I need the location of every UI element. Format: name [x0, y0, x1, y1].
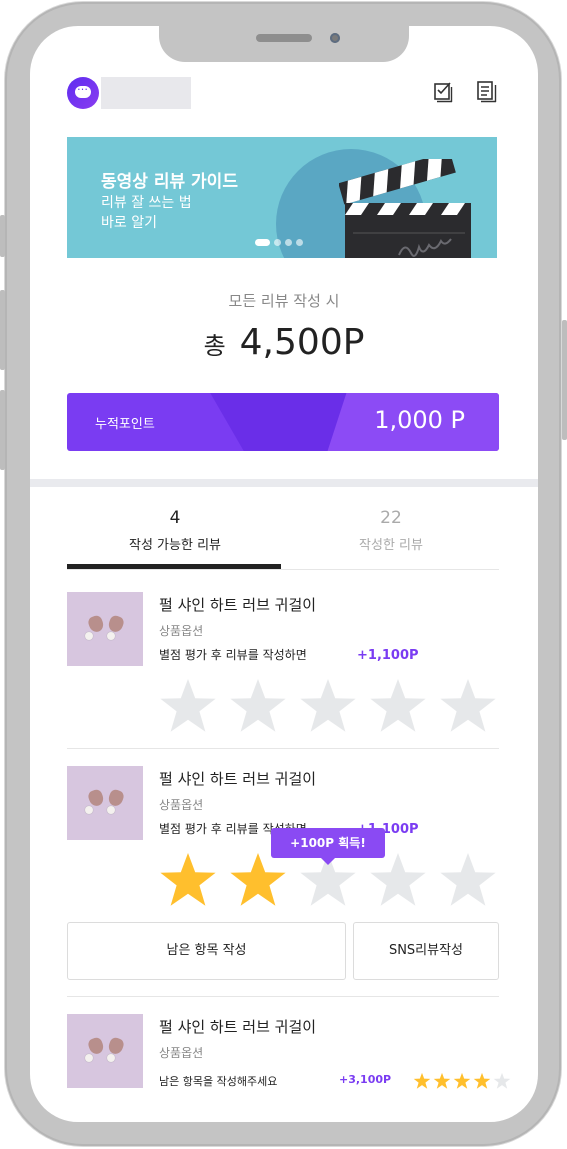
product-name[interactable]: 펄 샤인 하트 러브 귀걸이 [159, 594, 316, 615]
reward-points: +3,100P [339, 1073, 392, 1086]
banner-subtitle-line: 바로 알기 [101, 215, 157, 231]
star-icon [493, 1072, 511, 1089]
speaker [256, 34, 312, 42]
side-button [0, 390, 5, 470]
banner-pagination [255, 239, 303, 246]
star-icon[interactable] [438, 850, 498, 910]
review-item: 펄 샤인 하트 러브 귀걸이 상품옵션 별점 평가 후 리뷰를 작성하면 +1,… [67, 766, 499, 982]
product-option: 상품옵션 [159, 624, 204, 638]
total-prefix: 총 [203, 332, 226, 360]
app-name-placeholder [101, 77, 191, 109]
side-button [562, 320, 567, 440]
pagination-dot[interactable] [255, 239, 270, 246]
side-button [0, 215, 5, 257]
app-logo-icon[interactable] [67, 77, 99, 109]
tab-baseline [67, 569, 499, 570]
tab-written-reviews[interactable]: 22 작성한 리뷰 [283, 502, 499, 570]
tab-label: 작성 가능한 리뷰 [129, 538, 221, 553]
front-camera [330, 33, 340, 43]
review-instruction: 별점 평가 후 리뷰를 작성하면 [159, 648, 307, 662]
star-icon [433, 1072, 451, 1089]
tab-label: 작성한 리뷰 [359, 538, 423, 553]
accumulated-points-bar[interactable]: 누적포인트 1,000 P [67, 393, 499, 451]
tab-count: 22 [380, 508, 402, 528]
star-icon [473, 1072, 491, 1089]
total-points-value: 4,500P [239, 322, 365, 363]
product-option: 상품옵션 [159, 798, 204, 812]
clapperboard-icon [339, 159, 471, 258]
active-tab-indicator [67, 564, 281, 569]
star-rating-input[interactable] [158, 676, 498, 736]
star-icon[interactable] [368, 850, 428, 910]
star-icon[interactable] [158, 850, 218, 910]
product-name[interactable]: 펄 샤인 하트 러브 귀걸이 [159, 768, 316, 789]
review-tabs: 4 작성 가능한 리뷰 22 작성한 리뷰 [67, 502, 499, 570]
document-list-icon[interactable] [477, 81, 497, 103]
checklist-icon[interactable] [433, 81, 453, 103]
pagination-dot[interactable] [285, 239, 292, 246]
star-icon[interactable] [368, 676, 428, 736]
product-thumbnail[interactable] [67, 592, 143, 666]
product-thumbnail[interactable] [67, 1014, 143, 1088]
app-header [67, 77, 501, 111]
review-item: 펄 샤인 하트 러브 귀걸이 상품옵션 남은 항목을 작성해주세요 +3,100… [67, 1014, 511, 1104]
item-separator [67, 996, 499, 997]
item-separator [67, 748, 499, 749]
product-option: 상품옵션 [159, 1046, 204, 1060]
promo-banner[interactable]: 동영상 리뷰 가이드 리뷰 잘 쓰는 법 바로 알기 [67, 137, 497, 258]
tab-count: 4 [169, 508, 181, 528]
pagination-dot[interactable] [274, 239, 281, 246]
banner-subtitle: 리뷰 잘 쓰는 법 바로 알기 [101, 193, 192, 233]
accumulated-points-label: 누적포인트 [95, 417, 155, 432]
sns-review-button[interactable]: SNS리뷰작성 [353, 922, 499, 980]
star-rating-display [413, 1072, 511, 1090]
reward-points: +1,100P [357, 648, 419, 663]
star-icon[interactable] [228, 850, 288, 910]
all-review-caption: 모든 리뷰 작성 시 [228, 292, 340, 310]
total-points: 총 4,500P [30, 322, 538, 363]
star-icon [453, 1072, 471, 1089]
points-earned-tooltip: +100P 획득! [271, 828, 385, 865]
tab-writable-reviews[interactable]: 4 작성 가능한 리뷰 [67, 502, 283, 570]
star-icon [413, 1072, 431, 1089]
pagination-dot[interactable] [296, 239, 303, 246]
app-screen: 동영상 리뷰 가이드 리뷰 잘 쓰는 법 바로 알기 [30, 26, 538, 1122]
star-icon[interactable] [438, 676, 498, 736]
review-item: 펄 샤인 하트 러브 귀걸이 상품옵션 별점 평가 후 리뷰를 작성하면 +1,… [67, 592, 499, 732]
side-button [0, 290, 5, 370]
star-icon[interactable] [228, 676, 288, 736]
star-icon[interactable] [298, 676, 358, 736]
section-divider [30, 479, 538, 487]
banner-subtitle-line: 리뷰 잘 쓰는 법 [101, 195, 192, 211]
phone-notch [159, 24, 409, 62]
star-icon[interactable] [158, 676, 218, 736]
write-remaining-button[interactable]: 남은 항목 작성 [67, 922, 346, 980]
product-thumbnail[interactable] [67, 766, 143, 840]
product-name[interactable]: 펄 샤인 하트 러브 귀걸이 [159, 1016, 316, 1037]
review-instruction: 남은 항목을 작성해주세요 [159, 1075, 278, 1088]
accumulated-points-value: 1,000 P [374, 406, 465, 434]
banner-title: 동영상 리뷰 가이드 [101, 172, 238, 192]
